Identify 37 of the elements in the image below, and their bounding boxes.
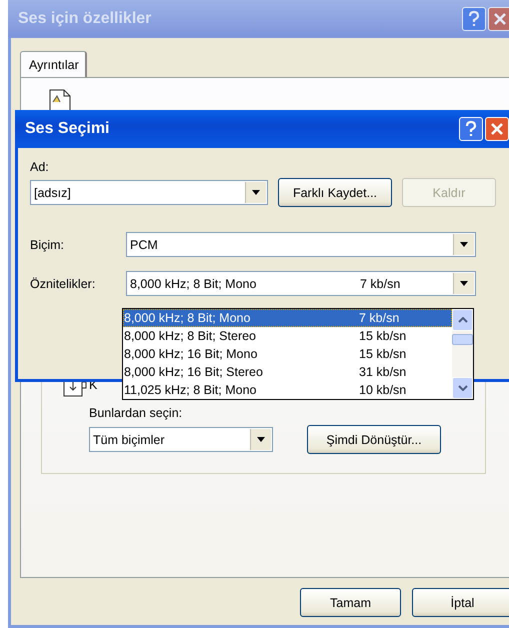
list-item[interactable]: 8,000 kHz; 16 Bit; Stereo 31 kb/sn	[123, 363, 452, 381]
help-icon	[468, 10, 480, 28]
chevron-down-icon	[458, 385, 468, 391]
name-dropdown[interactable]: [adsız]	[30, 180, 268, 205]
list-item[interactable]: 8,000 kHz; 16 Bit; Mono 15 kb/sn	[123, 345, 452, 363]
dropdown-arrow-icon	[252, 190, 260, 195]
scroll-down-button[interactable]	[452, 377, 473, 399]
dropdown-arrow-icon	[257, 437, 265, 442]
close-icon	[494, 12, 506, 26]
format-filter-dropdown[interactable]: Tüm biçimler	[89, 427, 273, 452]
dialog-button[interactable]: Tamam	[300, 588, 401, 617]
dropdown-arrow-icon	[460, 281, 468, 286]
name-label: Ad:	[30, 160, 50, 174]
help-button[interactable]	[459, 117, 483, 141]
save-as-button[interactable]: Farklı Kaydet...	[278, 178, 392, 207]
scroll-thumb[interactable]	[452, 334, 473, 345]
attributes-dropdown[interactable]: 8,000 kHz; 8 Bit; Mono 7 kb/sn	[126, 271, 476, 296]
convert-button[interactable]: Şimdi Dönüştür...	[307, 425, 441, 454]
attributes-label: Öznitelikler:	[30, 276, 96, 290]
format-dropdown[interactable]: PCM	[126, 232, 476, 257]
dialog-button[interactable]: İptal	[412, 588, 509, 617]
format-label: Biçim:	[30, 238, 66, 252]
list-item[interactable]: 8,000 kHz; 8 Bit; Stereo 15 kb/sn	[123, 327, 452, 345]
close-button[interactable]	[488, 7, 509, 31]
chevron-up-icon	[458, 317, 468, 323]
list-item[interactable]: 11,025 kHz; 8 Bit; Mono 10 kb/sn	[123, 381, 452, 399]
tab[interactable]: Ayrıntılar	[20, 51, 87, 78]
dropdown-arrow-icon	[460, 242, 468, 247]
scroll-up-button[interactable]	[452, 309, 473, 331]
choose-label: Bunlardan seçin:	[89, 406, 182, 420]
list-item[interactable]: 8,000 kHz; 8 Bit; Mono 7 kb/sn	[123, 309, 452, 327]
help-icon	[466, 120, 476, 138]
dialog-title: Ses Seçimi	[24, 120, 110, 138]
help-button[interactable]	[462, 7, 486, 31]
window-title: Ses için özellikler	[17, 10, 152, 28]
close-icon	[490, 122, 504, 136]
close-button[interactable]	[485, 117, 509, 141]
